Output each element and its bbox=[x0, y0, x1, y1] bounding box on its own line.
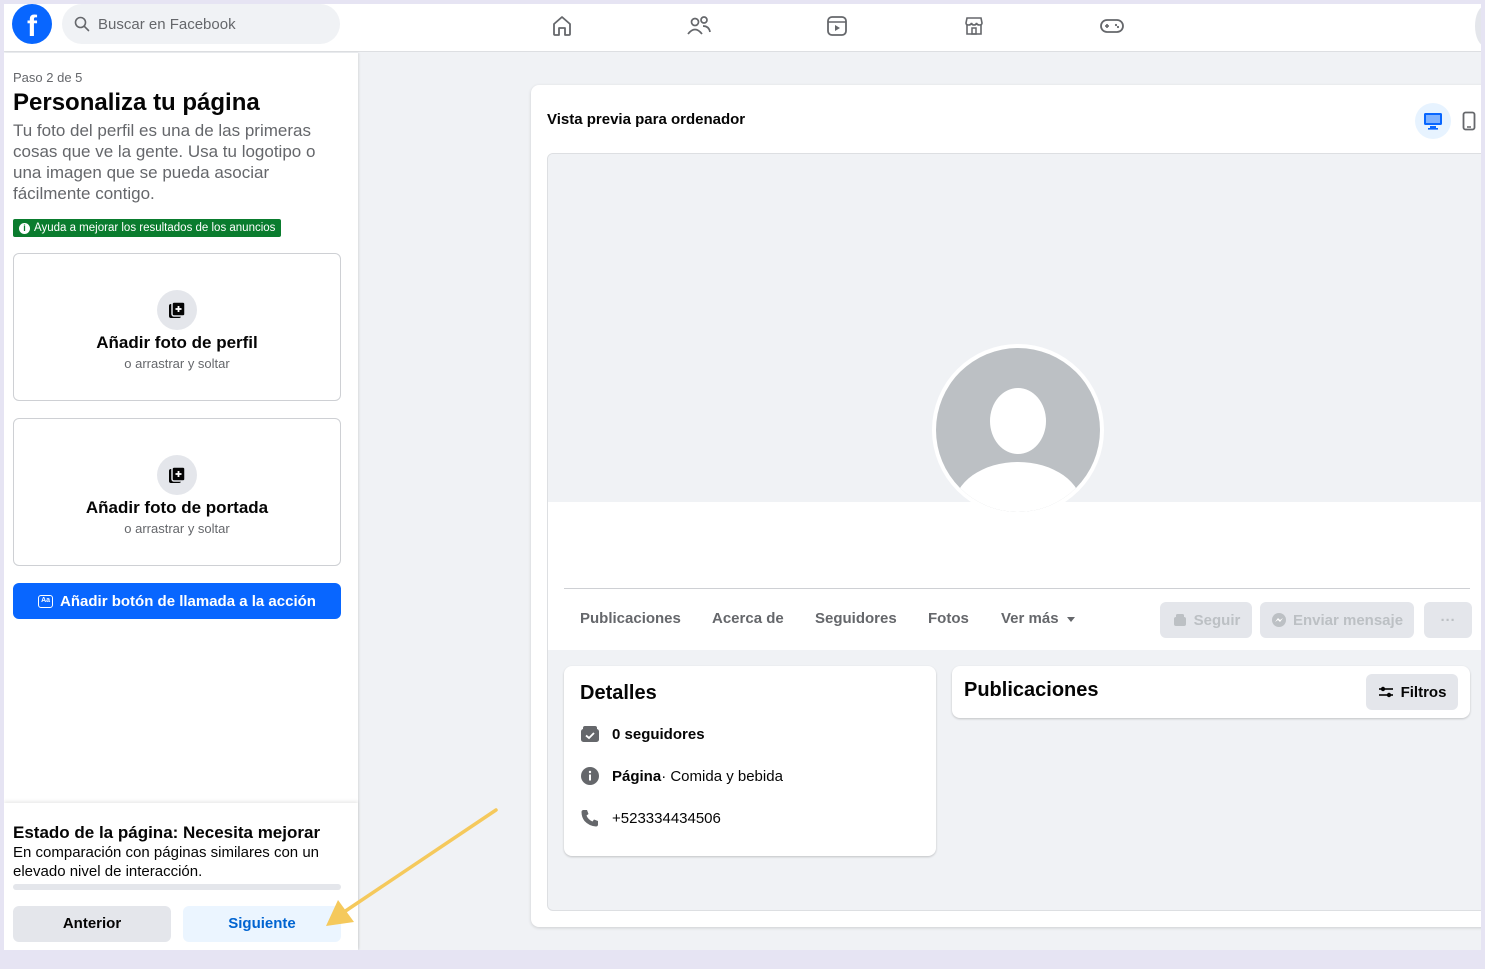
video-icon[interactable] bbox=[823, 12, 851, 40]
annotation-arrow-icon bbox=[326, 808, 498, 926]
page-preview: Publicaciones Acerca de Seguidores Fotos… bbox=[547, 153, 1481, 911]
profile-picture-placeholder bbox=[932, 344, 1104, 516]
info-icon: i bbox=[19, 222, 30, 234]
tab-acerca-de[interactable]: Acerca de bbox=[712, 610, 784, 627]
facebook-logo-icon[interactable]: f bbox=[12, 4, 52, 44]
preview-title: Vista previa para ordenador bbox=[547, 111, 746, 128]
tab-ver-mas-label: Ver más bbox=[1001, 610, 1059, 627]
more-options-button[interactable]: ··· bbox=[1424, 602, 1472, 638]
drag-drop-hint: o arrastrar y soltar bbox=[124, 521, 230, 536]
phone-row: +523334434506 bbox=[580, 808, 721, 828]
filters-icon bbox=[1378, 686, 1393, 698]
followers-count: 0 seguidores bbox=[612, 725, 705, 743]
send-message-label: Enviar mensaje bbox=[1292, 611, 1404, 629]
page-category: · Comida y bebida bbox=[661, 767, 783, 785]
followers-icon bbox=[580, 724, 600, 744]
filters-label: Filtros bbox=[1400, 683, 1447, 701]
follow-icon bbox=[1173, 614, 1186, 626]
search-placeholder: Buscar en Facebook bbox=[98, 15, 236, 33]
app-frame: f Buscar en Facebook Paso 2 de 5 Persona… bbox=[4, 4, 1481, 950]
search-input[interactable]: Buscar en Facebook bbox=[62, 4, 340, 44]
page-title: Personaliza tu página bbox=[13, 89, 260, 116]
top-navigation-bar: f Buscar en Facebook bbox=[4, 4, 1481, 52]
add-cover-photo-label: Añadir foto de portada bbox=[85, 498, 269, 517]
details-card: Detalles 0 seguidores Página · Comida y … bbox=[564, 666, 936, 856]
category-row: Página · Comida y bebida bbox=[580, 766, 783, 786]
desktop-preview-panel: Vista previa para ordenador Publicacione… bbox=[531, 85, 1481, 927]
drag-drop-hint: o arrastrar y soltar bbox=[124, 356, 230, 371]
caret-down-icon bbox=[1066, 616, 1075, 622]
marketplace-icon[interactable] bbox=[960, 12, 988, 40]
cta-label: Añadir botón de llamada a la acción bbox=[60, 592, 316, 610]
tab-publicaciones[interactable]: Publicaciones bbox=[580, 610, 681, 627]
home-icon[interactable] bbox=[548, 12, 576, 40]
posts-title: Publicaciones bbox=[964, 679, 1099, 701]
messenger-icon bbox=[1271, 613, 1286, 627]
desktop-view-icon[interactable] bbox=[1415, 103, 1451, 139]
ads-improvement-badge: i Ayuda a mejorar los resultados de los … bbox=[13, 219, 282, 237]
add-photo-icon bbox=[157, 455, 197, 495]
tab-fotos[interactable]: Fotos bbox=[928, 610, 969, 627]
search-icon bbox=[74, 16, 90, 32]
add-profile-photo-label: Añadir foto de perfil bbox=[96, 333, 258, 352]
cta-icon: Aa bbox=[38, 594, 54, 608]
follow-button[interactable]: Seguir bbox=[1160, 602, 1252, 638]
step-indicator: Paso 2 de 5 bbox=[13, 70, 83, 85]
tab-ver-mas[interactable]: Ver más bbox=[1001, 610, 1075, 627]
page-status-title: Estado de la página: Necesita mejorar bbox=[13, 823, 321, 842]
gaming-icon[interactable] bbox=[1098, 12, 1126, 40]
account-avatar[interactable] bbox=[1475, 6, 1481, 46]
add-profile-photo-card[interactable]: Añadir foto de perfil o arrastrar y solt… bbox=[13, 253, 341, 401]
posts-card: Publicaciones Filtros bbox=[952, 666, 1470, 718]
add-photo-icon bbox=[157, 290, 197, 330]
mobile-view-icon[interactable] bbox=[1457, 103, 1481, 139]
badge-label: Ayuda a mejorar los resultados de los an… bbox=[34, 222, 276, 234]
page-type-label: Página bbox=[612, 767, 662, 785]
page-description: Tu foto del perfil es una de las primera… bbox=[13, 121, 316, 203]
previous-button[interactable]: Anterior bbox=[13, 906, 171, 942]
info-icon bbox=[580, 766, 600, 786]
send-message-button[interactable]: Enviar mensaje bbox=[1260, 602, 1414, 638]
tab-seguidores[interactable]: Seguidores bbox=[815, 610, 897, 627]
silhouette-icon bbox=[990, 388, 1046, 454]
details-title: Detalles bbox=[580, 682, 657, 704]
followers-row: 0 seguidores bbox=[580, 724, 705, 744]
add-cta-button[interactable]: Aa Añadir botón de llamada a la acción bbox=[13, 583, 341, 619]
add-cover-photo-card[interactable]: Añadir foto de portada o arrastrar y sol… bbox=[13, 418, 341, 566]
filters-button[interactable]: Filtros bbox=[1366, 674, 1458, 710]
phone-icon bbox=[580, 808, 600, 828]
status-progress-bar bbox=[13, 884, 341, 890]
phone-number: +523334434506 bbox=[612, 809, 721, 827]
friends-icon[interactable] bbox=[685, 12, 713, 40]
divider bbox=[564, 588, 1470, 589]
follow-label: Seguir bbox=[1193, 611, 1241, 629]
page-status-description: En comparación con páginas similares con… bbox=[13, 844, 319, 880]
